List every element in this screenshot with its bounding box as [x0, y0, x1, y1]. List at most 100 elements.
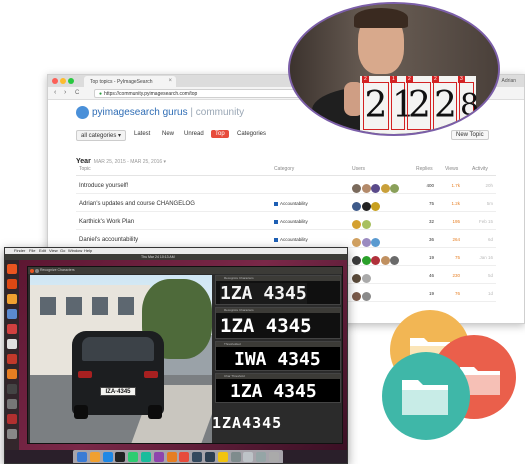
- tail-light: [78, 371, 92, 378]
- avatar[interactable]: [352, 274, 361, 283]
- launcher-app-icon[interactable]: [7, 279, 17, 289]
- avatar[interactable]: [380, 256, 390, 265]
- topic-row[interactable]: Karthick's Work Plan Accountability 32 195 F…: [76, 213, 496, 230]
- topic-category[interactable]: Accountability: [274, 237, 308, 242]
- dock-app-icon[interactable]: [77, 452, 87, 462]
- topic-activity[interactable]: 20h: [471, 183, 493, 188]
- handwritten-digits-photo: 22 11 22 22 38: [288, 2, 500, 136]
- col-users[interactable]: Users: [352, 166, 365, 172]
- avatar[interactable]: [371, 238, 380, 247]
- avatar[interactable]: [361, 256, 371, 265]
- close-window-icon[interactable]: [30, 268, 34, 273]
- forward-icon[interactable]: ›: [64, 89, 66, 96]
- dock-app-icon[interactable]: [153, 452, 164, 462]
- topic-activity[interactable]: 5m: [471, 201, 493, 206]
- avatar[interactable]: [352, 202, 361, 211]
- col-category[interactable]: Category: [274, 166, 294, 172]
- car-photo: ΙΖΑ·4345: [30, 275, 212, 443]
- topic-title[interactable]: Karthick's Work Plan: [79, 219, 134, 225]
- close-window-icon[interactable]: [52, 78, 58, 84]
- avatar[interactable]: [361, 292, 371, 301]
- launcher-app-icon[interactable]: [7, 369, 17, 379]
- dock-app-icon[interactable]: [128, 452, 139, 462]
- digit-box-5: 38: [458, 76, 479, 130]
- avatar[interactable]: [371, 202, 380, 211]
- launcher-app-icon[interactable]: [7, 264, 17, 274]
- avatar[interactable]: [371, 256, 380, 265]
- launcher-app-icon[interactable]: [7, 339, 17, 349]
- nav-latest[interactable]: Latest: [134, 131, 150, 137]
- launcher-app-icon[interactable]: [7, 294, 17, 304]
- avatar[interactable]: [361, 202, 371, 211]
- dock-app-icon[interactable]: [256, 452, 267, 462]
- nav-unread[interactable]: Unread: [184, 131, 204, 137]
- dock-app-icon[interactable]: [269, 452, 279, 462]
- topic-category[interactable]: Accountability: [274, 219, 308, 224]
- avatar[interactable]: [390, 256, 399, 265]
- tab-close-icon[interactable]: ×: [168, 78, 172, 84]
- topic-title[interactable]: Daniel's accountability: [79, 237, 138, 243]
- avatar[interactable]: [380, 184, 390, 193]
- avatar[interactable]: [371, 184, 380, 193]
- topic-activity[interactable]: 6d: [471, 237, 493, 242]
- minimize-window-icon[interactable]: [35, 268, 39, 273]
- dock-app-icon[interactable]: [89, 452, 100, 462]
- topic-title[interactable]: Introduce yourself!: [79, 183, 128, 189]
- digit-text: 8: [460, 88, 480, 123]
- launcher-app-icon[interactable]: [7, 309, 17, 319]
- dock-app-icon[interactable]: [102, 452, 113, 462]
- dock-app-icon[interactable]: [205, 452, 215, 462]
- nav-new[interactable]: New: [162, 131, 174, 137]
- nav-top[interactable]: Top: [211, 130, 229, 138]
- launcher-app-icon[interactable]: [7, 399, 17, 409]
- col-activity[interactable]: Activity: [472, 166, 488, 172]
- dock-app-icon[interactable]: [243, 452, 254, 462]
- back-icon[interactable]: ‹: [54, 89, 56, 96]
- topic-views: 195: [452, 219, 460, 224]
- dock-app-icon[interactable]: [141, 452, 151, 462]
- topic-title[interactable]: Adrian's updates and course CHANGELOG: [79, 201, 195, 207]
- avatar[interactable]: [361, 238, 371, 247]
- col-replies[interactable]: Replies: [416, 166, 433, 172]
- maximize-window-icon[interactable]: [68, 78, 74, 84]
- topic-category[interactable]: Accountability: [274, 201, 308, 206]
- col-views[interactable]: Views: [445, 166, 458, 172]
- avatar[interactable]: [352, 220, 361, 229]
- topic-activity[interactable]: 1d: [471, 291, 493, 296]
- avatar[interactable]: [390, 184, 399, 193]
- dock-app-icon[interactable]: [179, 452, 190, 462]
- topic-row[interactable]: Adrian's updates and course CHANGELOG Acc…: [76, 195, 496, 212]
- dock-app-icon[interactable]: [230, 452, 241, 462]
- topic-activity[interactable]: 5d: [471, 273, 493, 278]
- launcher-app-icon[interactable]: [7, 324, 17, 334]
- launcher-app-icon[interactable]: [7, 414, 17, 424]
- launcher-app-icon[interactable]: [7, 354, 17, 364]
- browser-tab[interactable]: Top topics - PyImageSearch ×: [84, 76, 176, 87]
- avatar[interactable]: [352, 256, 361, 265]
- launcher-app-icon[interactable]: [7, 429, 17, 439]
- profile-name[interactable]: Adrian: [502, 78, 516, 84]
- panel-text: IWA 4345: [234, 349, 321, 370]
- topic-activity[interactable]: Jan 16: [471, 255, 493, 260]
- col-topic[interactable]: Topic: [79, 166, 91, 172]
- dock-app-icon[interactable]: [192, 452, 203, 462]
- folder-teal-icon[interactable]: [382, 352, 470, 440]
- launcher-app-icon[interactable]: [7, 384, 17, 394]
- avatar[interactable]: [361, 220, 371, 229]
- dock-app-icon[interactable]: [115, 452, 126, 462]
- avatar[interactable]: [352, 184, 361, 193]
- minimize-window-icon[interactable]: [60, 78, 66, 84]
- topic-activity[interactable]: Feb 15: [471, 219, 493, 224]
- reload-icon[interactable]: C: [75, 90, 79, 96]
- avatar[interactable]: [352, 292, 361, 301]
- nav-categories[interactable]: Categories: [237, 131, 266, 137]
- avatar[interactable]: [361, 274, 371, 283]
- dock-app-icon[interactable]: [166, 452, 177, 462]
- topic-row[interactable]: Introduce yourself! 400 1.7k 20h: [76, 177, 496, 194]
- topic-users: [352, 234, 381, 247]
- dock-app-icon[interactable]: [217, 452, 228, 462]
- category-dropdown[interactable]: all categories ▾: [76, 130, 127, 141]
- avatar[interactable]: [361, 184, 371, 193]
- avatar[interactable]: [352, 238, 361, 247]
- topic-row[interactable]: Daniel's accountability Accountability 36 2…: [76, 231, 496, 248]
